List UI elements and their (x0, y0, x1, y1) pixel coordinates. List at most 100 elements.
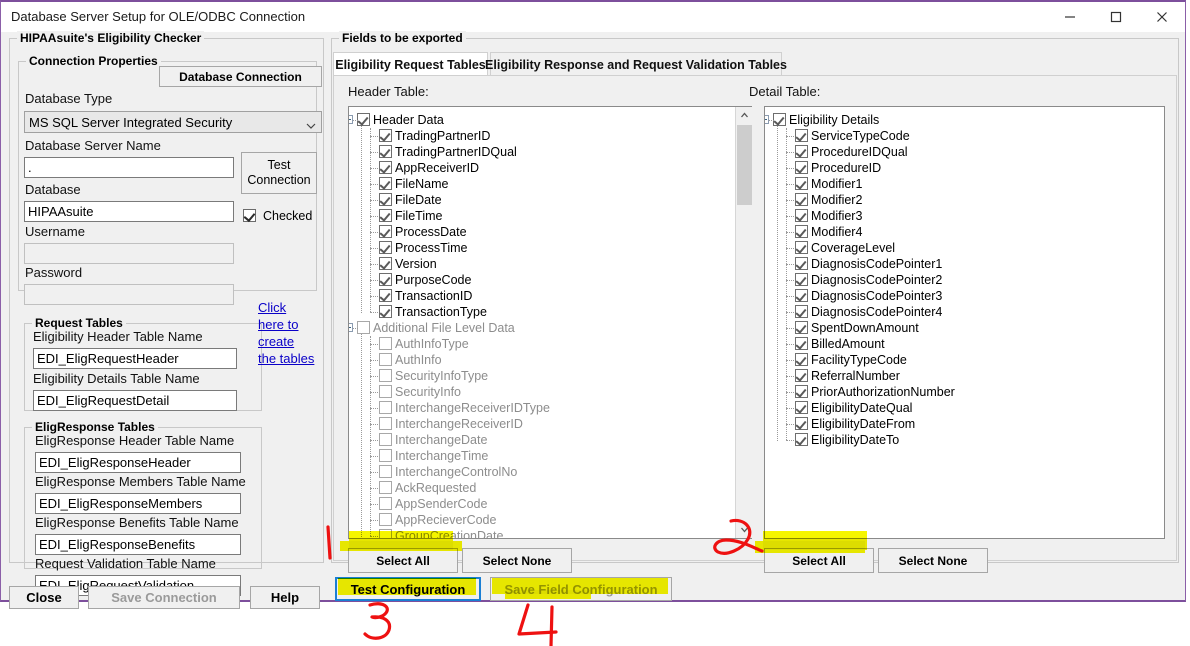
tree-connector (786, 168, 794, 169)
database-connection-button[interactable]: Database Connection (159, 66, 322, 87)
detail-field-label: EligibilityDateQual (811, 401, 913, 415)
minimize-icon[interactable] (1047, 2, 1093, 32)
detail-field-label: SpentDownAmount (811, 321, 919, 335)
detail-field-checkbox[interactable] (773, 113, 786, 126)
detail-field-checkbox[interactable] (795, 353, 808, 366)
header-field-checkbox[interactable] (379, 177, 392, 190)
detail-field-checkbox[interactable] (795, 241, 808, 254)
scroll-thumb[interactable] (737, 125, 752, 205)
help-button[interactable]: Help (250, 586, 320, 609)
scroll-down-icon[interactable] (736, 521, 753, 538)
test-connection-button[interactable]: Test Connection (241, 152, 317, 194)
resp-benefits-table-input[interactable]: EDI_EligResponseBenefits (35, 534, 241, 555)
window-title: Database Server Setup for OLE/ODBC Conne… (11, 9, 306, 24)
detail-field-checkbox[interactable] (795, 129, 808, 142)
detail-field-checkbox[interactable] (795, 305, 808, 318)
server-name-input[interactable]: . (24, 157, 234, 178)
detail-fields-tree[interactable]: Eligibility Details ServiceTypeCode Proced… (764, 106, 1165, 539)
checked-label: Checked (263, 209, 313, 223)
header-field-checkbox[interactable] (379, 449, 392, 462)
header-field-checkbox[interactable] (379, 353, 392, 366)
request-details-table-input[interactable]: EDI_EligRequestDetail (33, 390, 237, 411)
database-type-select[interactable]: MS SQL Server Integrated Security (24, 111, 322, 133)
username-input[interactable] (24, 243, 234, 264)
tab-eligibility-request-tables[interactable]: Eligibility Request Tables (333, 52, 488, 76)
header-field-checkbox[interactable] (379, 193, 392, 206)
detail-field-checkbox[interactable] (795, 321, 808, 334)
header-field-checkbox[interactable] (357, 113, 370, 126)
database-input[interactable]: HIPAAsuite (24, 201, 234, 222)
detail-field-checkbox[interactable] (795, 433, 808, 446)
header-tree-scrollbar[interactable] (735, 107, 753, 538)
request-header-table-label: Eligibility Header Table Name (33, 329, 203, 344)
header-field-checkbox[interactable] (379, 225, 392, 238)
header-field-checkbox[interactable] (379, 417, 392, 430)
annotation-mark-4-stem (549, 605, 554, 646)
tree-connector (370, 360, 378, 361)
header-field-checkbox[interactable] (379, 209, 392, 222)
header-fields-tree[interactable]: Header Data TradingPartnerID TradingPartne… (348, 106, 752, 539)
resp-header-table-label: EligResponse Header Table Name (35, 433, 235, 448)
header-field-checkbox[interactable] (379, 257, 392, 270)
password-input[interactable] (24, 284, 234, 305)
detail-field-checkbox[interactable] (795, 177, 808, 190)
header-field-checkbox[interactable] (379, 241, 392, 254)
detail-field-checkbox[interactable] (795, 225, 808, 238)
detail-select-none-button[interactable]: Select None (878, 548, 988, 573)
scroll-up-icon[interactable] (736, 107, 753, 124)
request-details-table-label: Eligibility Details Table Name (33, 371, 200, 386)
detail-field-checkbox[interactable] (795, 369, 808, 382)
header-field-checkbox[interactable] (379, 161, 392, 174)
close-button[interactable]: Close (9, 586, 79, 609)
detail-field-checkbox[interactable] (795, 193, 808, 206)
save-connection-button[interactable]: Save Connection (88, 586, 240, 609)
detail-field-checkbox[interactable] (795, 289, 808, 302)
tree-connector (786, 280, 794, 281)
header-field-checkbox[interactable] (379, 273, 392, 286)
tab-eligibility-response-validation-tables[interactable]: Eligibility Response and Request Validat… (485, 52, 787, 76)
detail-field-checkbox[interactable] (795, 161, 808, 174)
detail-field-checkbox[interactable] (795, 337, 808, 350)
detail-field-label: Eligibility Details (789, 113, 880, 127)
detail-field-checkbox[interactable] (795, 209, 808, 222)
header-field-checkbox[interactable] (379, 385, 392, 398)
header-field-label: AppReceiverID (395, 161, 480, 175)
header-field-checkbox[interactable] (379, 433, 392, 446)
tree-connector (786, 136, 794, 137)
detail-field-checkbox[interactable] (795, 273, 808, 286)
create-tables-link-line4: the tables (258, 351, 315, 366)
detail-field-checkbox[interactable] (795, 417, 808, 430)
tree-connector (786, 200, 794, 201)
detail-field-label: DiagnosisCodePointer1 (811, 257, 943, 271)
header-select-all-button[interactable]: Select All (348, 548, 458, 573)
tree-connector (370, 248, 378, 249)
header-field-checkbox[interactable] (379, 289, 392, 302)
header-field-label: InterchangeTime (395, 449, 489, 463)
detail-field-checkbox[interactable] (795, 385, 808, 398)
header-field-checkbox[interactable] (379, 497, 392, 510)
header-field-checkbox[interactable] (379, 337, 392, 350)
close-icon[interactable] (1139, 2, 1185, 32)
maximize-icon[interactable] (1093, 2, 1139, 32)
header-field-checkbox[interactable] (379, 513, 392, 526)
detail-field-checkbox[interactable] (795, 145, 808, 158)
resp-header-table-input[interactable]: EDI_EligResponseHeader (35, 452, 241, 473)
header-field-checkbox[interactable] (379, 465, 392, 478)
resp-members-table-input[interactable]: EDI_EligResponseMembers (35, 493, 241, 514)
create-tables-link[interactable]: Click here to create the tables (258, 299, 320, 367)
detail-field-checkbox[interactable] (795, 257, 808, 270)
header-select-none-button[interactable]: Select None (462, 548, 572, 573)
detail-field-checkbox[interactable] (795, 401, 808, 414)
header-field-checkbox[interactable] (379, 369, 392, 382)
tree-connector (370, 424, 378, 425)
header-field-checkbox[interactable] (379, 129, 392, 142)
header-field-checkbox[interactable] (379, 305, 392, 318)
header-field-checkbox[interactable] (379, 145, 392, 158)
header-field-checkbox[interactable] (357, 321, 370, 334)
header-field-checkbox[interactable] (379, 401, 392, 414)
header-field-checkbox[interactable] (379, 481, 392, 494)
request-header-table-input[interactable]: EDI_EligRequestHeader (33, 348, 237, 369)
checked-checkbox[interactable] (243, 209, 256, 222)
tree-connector (370, 376, 378, 377)
tree-connector (786, 152, 794, 153)
